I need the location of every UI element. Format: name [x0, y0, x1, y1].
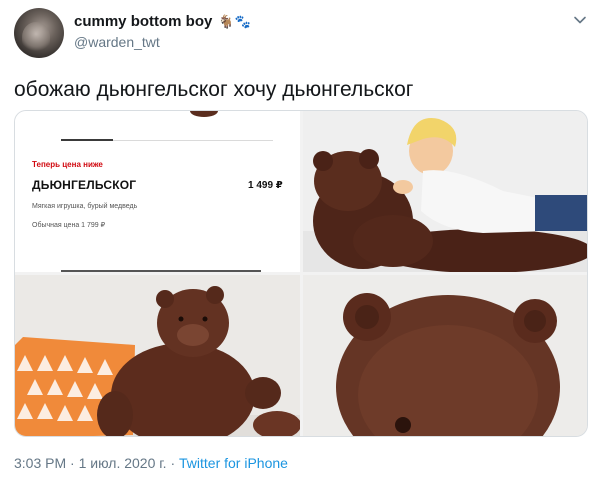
chevron-down-icon[interactable]	[572, 12, 588, 28]
product-name: ДЬЮНГЕЛЬСКОГ	[32, 178, 137, 192]
separator: ·	[170, 455, 176, 471]
divider	[61, 270, 261, 272]
price-drop-label: Теперь цена ниже	[32, 160, 103, 169]
bear-with-cushion-image	[15, 275, 300, 436]
avatar[interactable]	[14, 8, 64, 58]
name-row: cummy bottom boy 🐐🐾	[74, 13, 251, 30]
media-bear-with-cushion[interactable]	[15, 275, 300, 436]
tweet-date[interactable]: 1 июл. 2020 г.	[79, 455, 167, 471]
boy-with-bear-image	[303, 111, 587, 272]
old-price: Обычная цена 1 799 ₽	[32, 222, 106, 229]
media-grid: Теперь цена ниже ДЬЮНГЕЛЬСКОГ 1 499 ₽ Мя…	[14, 110, 588, 437]
product-price: 1 499 ₽	[248, 180, 283, 191]
tweet-time[interactable]: 3:03 PM	[14, 455, 66, 471]
display-name[interactable]: cummy bottom boy	[74, 13, 212, 30]
tweet-header: cummy bottom boy 🐐🐾 @warden_twt	[14, 6, 594, 62]
tweet-source-link[interactable]: Twitter for iPhone	[179, 455, 288, 471]
product-description: Мягкая игрушка, бурый медведь	[32, 203, 138, 210]
separator: ·	[70, 455, 75, 471]
avatar-figure	[22, 22, 50, 52]
divider	[113, 140, 273, 141]
bear-closeup-image	[303, 275, 587, 436]
tweet-footer: 3:03 PM · 1 июл. 2020 г. · Twitter for i…	[14, 455, 288, 471]
tweet-text: обожаю дьюнгельског хочу дьюнгельског	[14, 78, 414, 101]
media-boy-with-bear[interactable]	[303, 111, 587, 272]
bear-ear-image	[190, 111, 218, 117]
name-emoji: 🐐🐾	[218, 13, 251, 29]
divider	[61, 139, 113, 141]
media-product-card[interactable]: Теперь цена ниже ДЬЮНГЕЛЬСКОГ 1 499 ₽ Мя…	[15, 111, 300, 272]
user-handle[interactable]: @warden_twt	[74, 34, 160, 50]
media-bear-closeup[interactable]	[303, 275, 587, 436]
